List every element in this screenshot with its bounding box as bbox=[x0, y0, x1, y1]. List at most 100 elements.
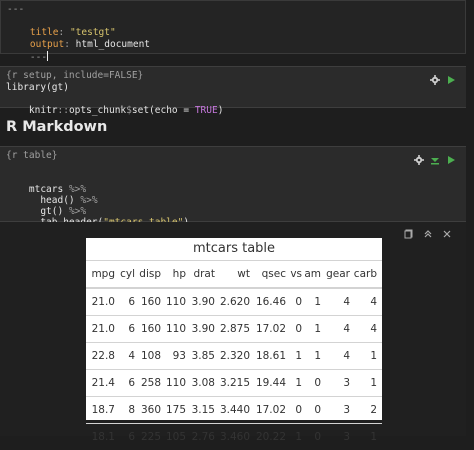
column-header: disp bbox=[139, 268, 161, 280]
table-cell: 110 bbox=[165, 377, 186, 389]
table-cell: 258 bbox=[140, 377, 161, 389]
table-cell: 20.22 bbox=[255, 431, 286, 443]
table-row: 18.1 6 225 105 2.76 3.460 20.22 1 0 3 1 bbox=[86, 424, 382, 450]
table-cell: 1 bbox=[314, 350, 321, 362]
table-cell: 4 bbox=[343, 350, 350, 362]
table-cell: 0 bbox=[314, 404, 321, 416]
table-cell: 0 bbox=[295, 296, 302, 308]
yaml-end: --- bbox=[29, 52, 48, 63]
table-cell: 0 bbox=[295, 323, 302, 335]
output-toolbar bbox=[404, 224, 452, 239]
table-cell: 4 bbox=[343, 296, 350, 308]
table-cell: 160 bbox=[140, 323, 161, 335]
table-cell: 22.8 bbox=[91, 350, 115, 362]
table-chunk-toolbar bbox=[414, 150, 456, 165]
table-cell: 1 bbox=[295, 377, 302, 389]
expand-icon[interactable] bbox=[404, 224, 414, 239]
code-token: set(echo = bbox=[131, 105, 195, 116]
markdown-heading: R Markdown bbox=[6, 119, 108, 135]
yaml-header[interactable]: --- title: "testgt" output: html_documen… bbox=[0, 0, 466, 63]
gt-table-body: 21.0 6 160 110 3.90 2.620 16.46 0 1 4 4 21.0 6 160 110… bbox=[86, 289, 382, 450]
gt-table-title: mtcars table bbox=[86, 238, 382, 261]
table-cell: 4 bbox=[343, 323, 350, 335]
table-cell: 3.440 bbox=[219, 404, 250, 416]
table-cell: 0 bbox=[314, 377, 321, 389]
table-cell: 21.0 bbox=[91, 323, 115, 335]
table-cell: 2.76 bbox=[191, 431, 215, 443]
play-icon[interactable] bbox=[446, 70, 456, 84]
table-cell: 160 bbox=[140, 296, 161, 308]
table-cell: 6 bbox=[128, 377, 135, 389]
table-cell: 225 bbox=[140, 431, 161, 443]
column-header: drat bbox=[193, 268, 215, 280]
table-cell: 21.0 bbox=[91, 296, 115, 308]
play-icon[interactable] bbox=[446, 150, 456, 164]
table-row: 22.8 4 108 93 3.85 2.320 18.61 1 1 4 1 bbox=[86, 343, 382, 370]
table-cell: 4 bbox=[370, 296, 377, 308]
table-cell: 2.620 bbox=[219, 296, 250, 308]
code-token: TRUE bbox=[194, 105, 218, 116]
table-cell: 105 bbox=[165, 431, 186, 443]
table-cell: 1 bbox=[314, 323, 321, 335]
close-icon[interactable] bbox=[442, 224, 452, 238]
table-cell: 1 bbox=[295, 350, 302, 362]
table-cell: 8 bbox=[128, 404, 135, 416]
table-cell: 3 bbox=[343, 431, 350, 443]
text-cursor bbox=[47, 51, 49, 61]
table-cell: 3.08 bbox=[191, 377, 215, 389]
table-row: 21.0 6 160 110 3.90 2.620 16.46 0 1 4 4 bbox=[86, 289, 382, 316]
setup-chunk-header: {r setup, include=FALSE} bbox=[6, 70, 144, 81]
setup-chunk-toolbar bbox=[430, 70, 456, 85]
yaml-start: --- bbox=[7, 4, 25, 15]
table-cell: 2.875 bbox=[219, 323, 250, 335]
code-token: :: bbox=[57, 105, 69, 116]
table-cell: 3 bbox=[343, 404, 350, 416]
gear-icon[interactable] bbox=[430, 70, 440, 85]
table-cell: 108 bbox=[140, 350, 161, 362]
table-cell: 17.02 bbox=[255, 404, 286, 416]
setup-chunk[interactable]: {r setup, include=FALSE} library(gt) kni… bbox=[0, 66, 466, 116]
table-cell: 18.1 bbox=[91, 431, 115, 443]
run-above-icon[interactable] bbox=[430, 150, 440, 165]
table-cell: 1 bbox=[370, 350, 377, 362]
gt-table-header-row: mpg cyl disp hp drat wt qsec vs am gear … bbox=[86, 261, 382, 289]
table-row: 18.7 8 360 175 3.15 3.440 17.02 0 0 3 2 bbox=[86, 397, 382, 424]
column-header: gear bbox=[326, 268, 350, 280]
gear-icon[interactable] bbox=[414, 150, 424, 165]
table-row: 21.0 6 160 110 3.90 2.875 17.02 0 1 4 4 bbox=[86, 316, 382, 343]
table-cell: 3 bbox=[343, 377, 350, 389]
table-cell: 110 bbox=[165, 323, 186, 335]
code-token: opts_chunk bbox=[68, 105, 127, 116]
table-cell: 6 bbox=[128, 296, 135, 308]
column-header: mpg bbox=[91, 268, 115, 280]
table-cell: 16.46 bbox=[255, 296, 286, 308]
table-cell: 6 bbox=[128, 431, 135, 443]
table-cell: 1 bbox=[295, 431, 302, 443]
table-cell: 4 bbox=[370, 323, 377, 335]
table-cell: 6 bbox=[128, 323, 135, 335]
column-header: carb bbox=[353, 268, 377, 280]
table-cell: 1 bbox=[314, 296, 321, 308]
table-cell: 3.460 bbox=[219, 431, 250, 443]
table-cell: 18.7 bbox=[91, 404, 115, 416]
table-cell: 19.44 bbox=[255, 377, 286, 389]
table-cell: 175 bbox=[165, 404, 186, 416]
table-cell: 21.4 bbox=[91, 377, 115, 389]
column-header: vs bbox=[290, 268, 302, 280]
table-cell: 4 bbox=[128, 350, 135, 362]
column-header: wt bbox=[237, 268, 250, 280]
table-cell: 17.02 bbox=[255, 323, 286, 335]
column-header: am bbox=[304, 268, 321, 280]
code-token: knitr bbox=[28, 105, 58, 116]
table-cell: 1 bbox=[370, 377, 377, 389]
column-header: qsec bbox=[261, 268, 286, 280]
table-cell: 2 bbox=[370, 404, 377, 416]
collapse-icon[interactable] bbox=[423, 224, 433, 238]
code-token: ) bbox=[217, 105, 224, 116]
table-cell: 3.85 bbox=[191, 350, 215, 362]
table-chunk[interactable]: {r table} mtcars %>% head() %>% gt() %>%… bbox=[0, 146, 466, 228]
setup-line-library: library(gt) bbox=[6, 82, 69, 93]
table-cell: 3.15 bbox=[191, 404, 215, 416]
column-header: cyl bbox=[120, 268, 135, 280]
table-cell: 0 bbox=[295, 404, 302, 416]
